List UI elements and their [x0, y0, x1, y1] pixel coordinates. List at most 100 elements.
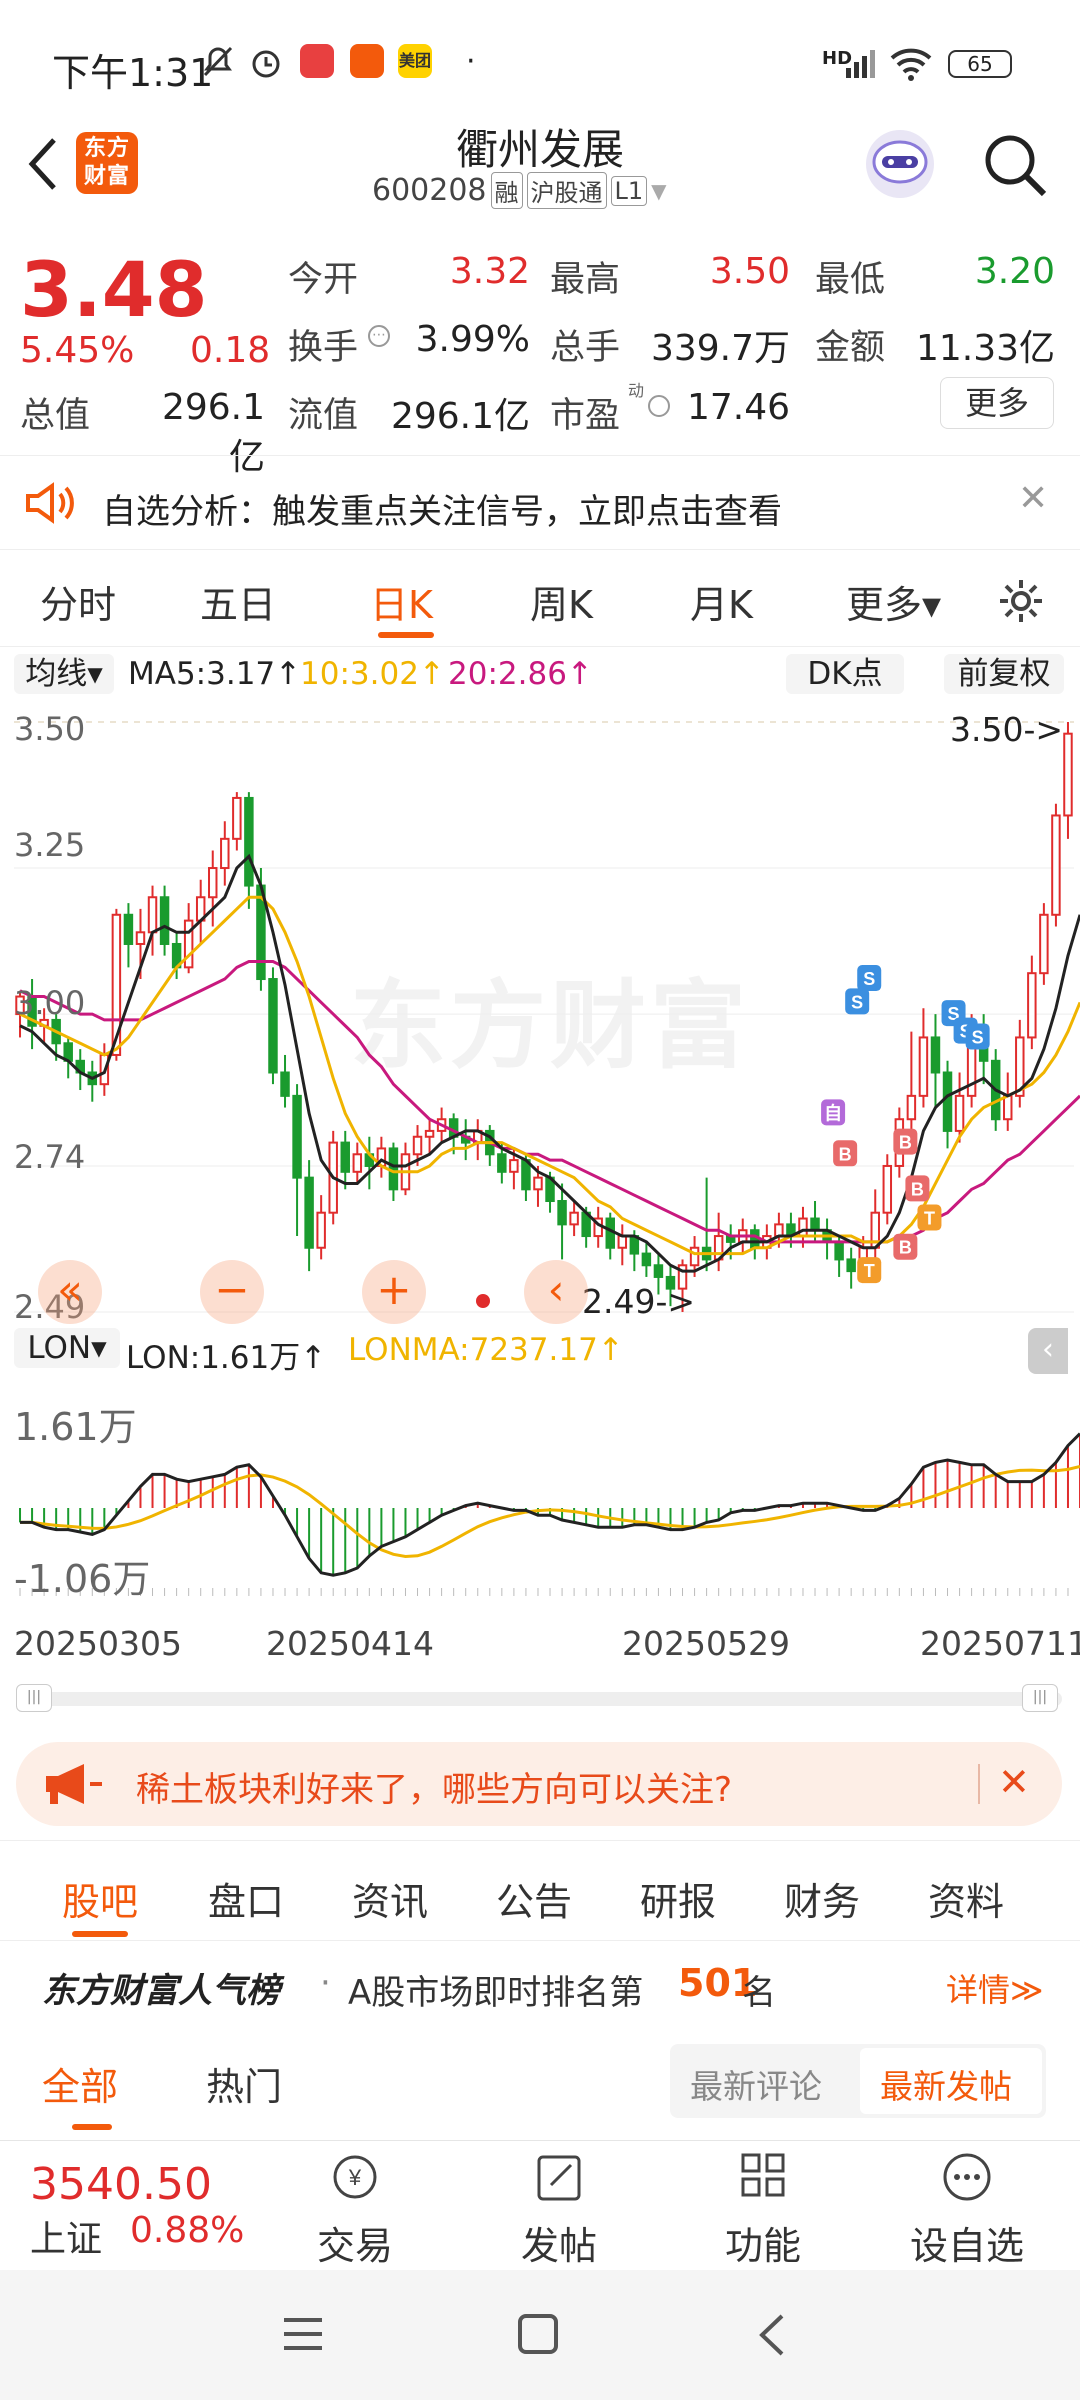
candle — [810, 1217, 820, 1232]
candle — [208, 867, 218, 899]
rank-detail-link[interactable]: 详情≫ — [946, 1965, 1044, 2011]
tab-profile[interactable]: 资料 — [928, 1871, 1004, 1926]
function-button[interactable]: 功能 — [688, 2149, 838, 2270]
ma-select[interactable]: 均线▾ — [14, 654, 114, 694]
sort-toggle: 最新评论 最新发帖 — [670, 2044, 1046, 2118]
candle — [930, 1036, 941, 1074]
app-logo: 东方财富 — [76, 132, 138, 194]
bottom-nav: 3540.50 上证 0.88% ¥ 交易 发帖 功能 设自选 — [0, 2140, 1080, 2270]
tab-pankou[interactable]: 盘口 — [208, 1871, 284, 1926]
candle — [942, 1071, 953, 1132]
turnover-value: 3.99% — [415, 319, 530, 360]
stock-code-row: 600208 融 沪股通 L1 ▼ — [372, 172, 667, 209]
tab-weekly-k[interactable]: 周K — [530, 574, 593, 629]
low-value: 3.20 — [974, 251, 1055, 292]
tab-more[interactable]: 更多▾ — [846, 574, 941, 629]
scroll-left-button[interactable]: « — [38, 1260, 102, 1324]
ma10-legend: 10:3.02↑ — [300, 656, 445, 692]
candle — [1051, 814, 1061, 916]
sort-latest-comment[interactable]: 最新评论 — [690, 2060, 822, 2108]
candle — [220, 837, 230, 870]
signal-marker-buy[interactable]: B — [911, 1179, 924, 1199]
tab-research[interactable]: 研报 — [640, 1871, 716, 1926]
filter-hot[interactable]: 热门 — [206, 2056, 282, 2111]
index-ticker[interactable]: 3540.50 上证 0.88% — [30, 2159, 244, 2262]
candle — [533, 1176, 543, 1191]
back-arrow-icon[interactable] — [22, 134, 62, 194]
signal-marker-t[interactable]: T — [924, 1209, 935, 1229]
quote-panel: 3.48 5.45% 0.18 今开 3.32 最高 3.50 最低 3.20 … — [0, 225, 1080, 478]
candle — [1027, 972, 1037, 1039]
tab-intraday[interactable]: 分时 — [40, 574, 116, 629]
signal-marker-sell[interactable]: S — [863, 969, 875, 989]
home-icon[interactable] — [516, 2312, 560, 2356]
lon-legend: LON:1.61万↑ — [126, 1340, 327, 1376]
back-icon[interactable] — [752, 2312, 792, 2358]
candle — [834, 1240, 844, 1261]
adjust-button[interactable]: 前复权 — [944, 654, 1064, 694]
signal-marker-buy[interactable]: B — [839, 1144, 852, 1164]
candle — [497, 1153, 507, 1173]
rank-prefix: A股市场即时排名第 — [348, 1973, 644, 2013]
candle — [183, 919, 194, 969]
signal-marker-self[interactable]: 自 — [824, 1102, 842, 1123]
menu-icon[interactable] — [280, 2314, 326, 2354]
post-button[interactable]: 发帖 — [484, 2149, 634, 2270]
zoom-in-button[interactable]: + — [362, 1260, 426, 1324]
tab-guba[interactable]: 股吧 — [62, 1871, 138, 1926]
change-amount: 0.18 — [190, 330, 271, 371]
robot-assistant-icon[interactable] — [860, 124, 940, 204]
amount-value: 11.33亿 — [915, 328, 1055, 369]
candle — [954, 1094, 965, 1132]
search-icon[interactable] — [980, 130, 1050, 200]
dk-point-button[interactable]: DK点 — [786, 654, 904, 694]
prev-button[interactable]: ‹ — [524, 1260, 588, 1324]
collapse-arrow-icon[interactable]: ‹ — [1028, 1328, 1068, 1374]
candle — [1039, 913, 1049, 975]
zoom-out-button[interactable]: − — [200, 1260, 264, 1324]
float-label: 流值 — [288, 396, 359, 436]
stock-code: 600208 — [372, 173, 487, 208]
popularity-rank-row[interactable]: 东方财富人气榜 · A股市场即时排名第 501 名 详情≫ — [0, 1940, 1080, 2030]
kline-chart-area[interactable]: 均线▾ MA5:3.17↑ 10:3.02↑ 20:2.86↑ DK点 前复权 … — [0, 648, 1080, 1712]
high-annotation: 3.50-> — [950, 710, 1064, 749]
news-banner[interactable]: 稀土板块利好来了，哪些方向可以关注? ✕ — [16, 1742, 1062, 1826]
signal-marker-sell[interactable]: S — [972, 1027, 984, 1047]
candle — [352, 1153, 363, 1173]
candle — [798, 1217, 808, 1238]
trade-button[interactable]: ¥ 交易 — [280, 2149, 430, 2270]
tab-daily-k[interactable]: 日K — [370, 574, 433, 629]
tab-underline — [378, 632, 434, 638]
signal-marker-sell[interactable]: S — [851, 992, 863, 1012]
tab-news[interactable]: 资讯 — [352, 1871, 428, 1926]
close-icon[interactable]: ✕ — [1018, 478, 1048, 519]
scroll-handle-right[interactable]: ||| — [1022, 1684, 1058, 1712]
tab-announcement[interactable]: 公告 — [496, 1871, 572, 1926]
signal-marker-t[interactable]: T — [864, 1261, 875, 1281]
candle — [882, 1164, 893, 1214]
timeline-scrollbar[interactable] — [16, 1692, 1062, 1706]
date-label-3: 20250529 — [622, 1624, 790, 1663]
add-fav-button[interactable]: 设自选 — [892, 2149, 1042, 2270]
tab-5day[interactable]: 五日 — [200, 574, 276, 629]
scroll-handle-left[interactable]: ||| — [16, 1684, 52, 1712]
pe-label: 市盈 — [550, 396, 621, 436]
filter-all[interactable]: 全部 — [42, 2056, 118, 2111]
tab-monthly-k[interactable]: 月K — [690, 574, 753, 629]
candle — [774, 1223, 784, 1238]
volume-value: 339.7万 — [650, 328, 790, 369]
indicator-select[interactable]: LON▾ — [14, 1328, 120, 1368]
pe-value: 17.46 — [686, 387, 790, 428]
tab-finance[interactable]: 财务 — [784, 1871, 860, 1926]
signal-marker-buy[interactable]: B — [899, 1133, 912, 1153]
signal-marker-buy[interactable]: B — [899, 1238, 912, 1258]
alert-banner[interactable]: 自选分析：触发重点关注信号，立即点击查看 ✕ — [0, 455, 1080, 550]
news-text: 稀土板块利好来了，哪些方向可以关注? — [136, 1770, 733, 1810]
gear-icon[interactable] — [996, 576, 1046, 626]
speaker-icon — [26, 482, 74, 524]
sort-latest-post[interactable]: 最新发帖 — [880, 2060, 1012, 2108]
close-icon-2[interactable]: ✕ — [998, 1760, 1030, 1804]
more-button[interactable]: 更多 — [940, 377, 1054, 429]
info-icon[interactable]: ⋯ — [368, 325, 390, 347]
caret-down-icon[interactable]: ▼ — [651, 179, 666, 203]
